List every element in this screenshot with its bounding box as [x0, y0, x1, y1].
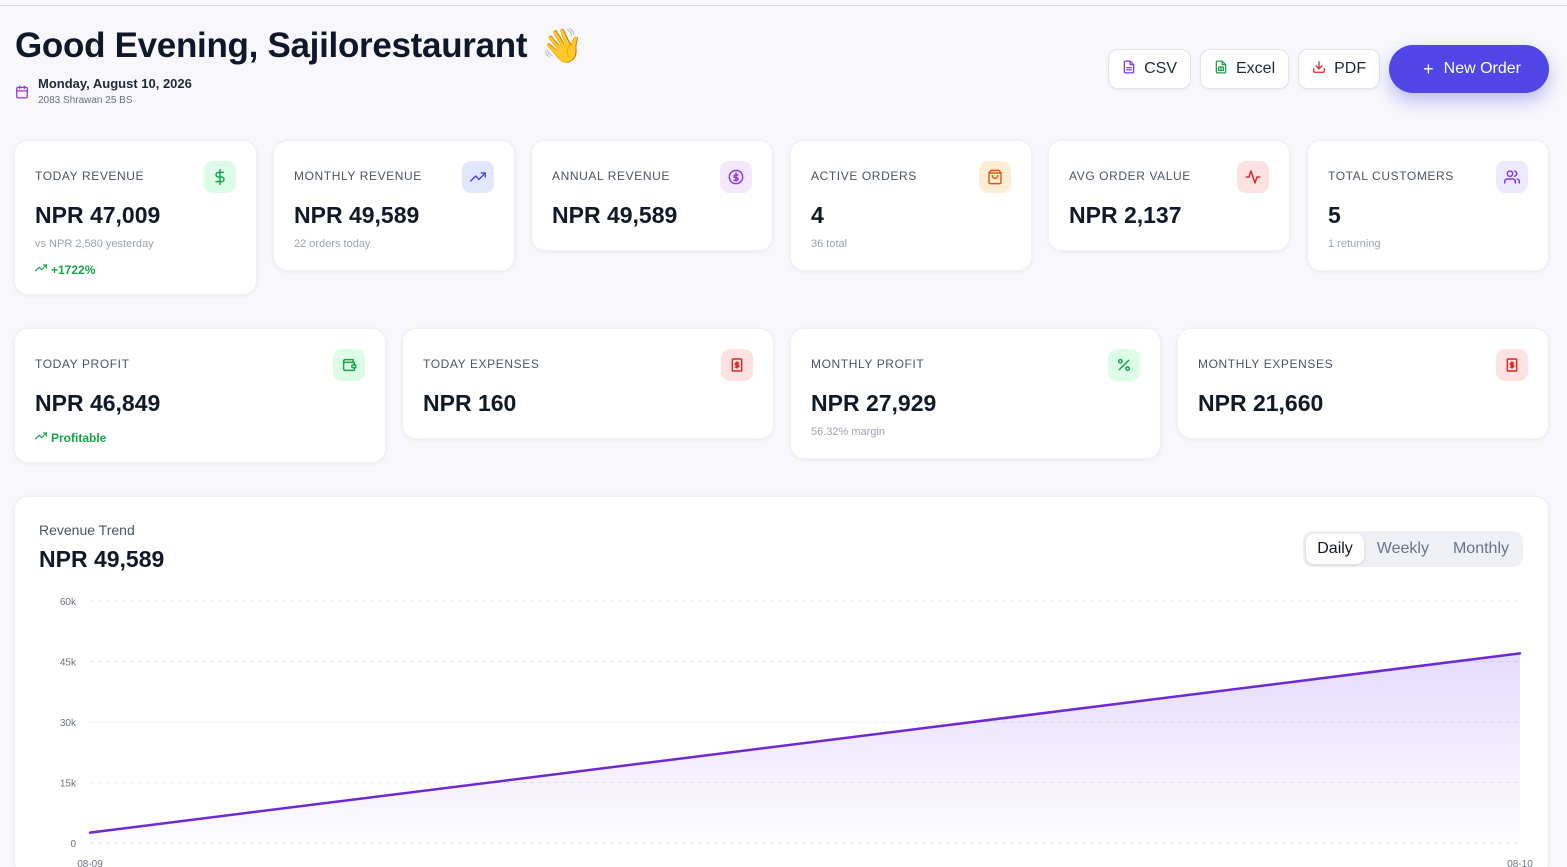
- x-tick-label: 08-10: [1507, 859, 1533, 867]
- stat-value: NPR 2,137: [1069, 202, 1182, 228]
- stat-label: Monthly Expenses: [1198, 357, 1334, 371]
- activity-icon: [1237, 161, 1269, 193]
- trend-text: +1722%: [51, 262, 96, 277]
- new-order-label: New Order: [1443, 60, 1521, 77]
- export-csv-button[interactable]: CSV: [1108, 49, 1191, 89]
- spreadsheet-icon: [1214, 60, 1228, 79]
- stat-value: NPR 49,589: [294, 202, 420, 228]
- x-tick-label: 08-09: [77, 859, 103, 867]
- stat-value: NPR 47,009: [35, 202, 161, 228]
- stat-value: NPR 21,660: [1198, 390, 1324, 416]
- trending-up-icon: [34, 262, 48, 277]
- revenue-trend-card: Revenue Trend NPR 49,589 Daily Weekly Mo…: [14, 496, 1549, 867]
- stat-value: NPR 49,589: [552, 202, 678, 228]
- stat-sub: 36 total: [811, 238, 848, 250]
- wave-emoji: 👋: [541, 27, 584, 65]
- receipt-icon: [1496, 349, 1528, 381]
- stat-card-annual-revenue: Annual Revenue NPR 49,589: [531, 140, 773, 251]
- date-display: Monday, August 10, 2026 2083 Shrawan 25 …: [15, 76, 192, 106]
- stat-card-today-revenue: Today Revenue NPR 47,009 vs NPR 2,580 ye…: [14, 140, 257, 295]
- stat-card-avg-order-value: Avg Order Value NPR 2,137: [1048, 140, 1290, 251]
- stat-sub: 1 returning: [1328, 238, 1381, 250]
- stat-sub: 22 orders today: [294, 238, 371, 250]
- stat-label: Today Revenue: [35, 169, 145, 183]
- export-excel-button[interactable]: Excel: [1200, 49, 1290, 89]
- shopping-bag-icon: [979, 161, 1011, 193]
- stat-label: Annual Revenue: [552, 169, 670, 183]
- revenue-chart: 0 15k 30k 45k 60k 08-09 08-10: [60, 597, 1533, 867]
- stat-label: Active Orders: [811, 169, 917, 183]
- date-bs: 2083 Shrawan 25 BS: [38, 95, 133, 106]
- pdf-label: PDF: [1334, 60, 1367, 77]
- stat-value: 4: [811, 202, 824, 228]
- stat-card-today-profit: Today Profit NPR 46,849 Profitable: [14, 328, 386, 463]
- y-tick-label: 45k: [60, 658, 77, 669]
- export-pdf-button[interactable]: PDF: [1298, 49, 1381, 89]
- stat-card-active-orders: Active Orders 4 36 total: [790, 140, 1032, 271]
- stat-card-monthly-revenue: Monthly Revenue NPR 49,589 22 orders tod…: [273, 140, 515, 271]
- y-tick-label: 15k: [60, 779, 77, 790]
- calendar-icon: [15, 85, 29, 104]
- dollar-icon: [204, 161, 236, 193]
- y-tick-label: 0: [70, 839, 76, 850]
- percent-icon: [1108, 349, 1140, 381]
- new-order-button[interactable]: + New Order: [1389, 45, 1549, 93]
- excel-label: Excel: [1236, 60, 1276, 77]
- stat-trend: Profitable: [34, 430, 107, 445]
- stat-card-monthly-profit: Monthly Profit NPR 27,929 56.32% margin: [790, 328, 1161, 459]
- stat-label: Today Profit: [35, 357, 130, 371]
- trending-up-icon: [34, 430, 48, 445]
- stat-sub: 56.32% margin: [811, 426, 885, 438]
- date-ad: Monday, August 10, 2026: [38, 76, 192, 91]
- stat-label: Monthly Profit: [811, 357, 925, 371]
- stat-trend: +1722%: [34, 262, 96, 277]
- revenue-area: [90, 653, 1520, 843]
- trending-up-icon: [462, 161, 494, 193]
- stat-label: Total Customers: [1328, 169, 1454, 183]
- page-title: Good Evening, Sajilorestaurant 👋: [15, 26, 584, 66]
- stat-card-total-customers: Total Customers 5 1 returning: [1307, 140, 1549, 271]
- stat-value: NPR 27,929: [811, 390, 937, 416]
- stat-card-monthly-expenses: Monthly Expenses NPR 21,660: [1177, 328, 1549, 439]
- plus-icon: +: [1423, 59, 1434, 79]
- wallet-icon: [333, 349, 365, 381]
- greeting-text: Good Evening, Sajilorestaurant: [15, 26, 528, 65]
- stat-value: NPR 160: [423, 390, 517, 416]
- stat-card-today-expenses: Today Expenses NPR 160: [402, 328, 774, 439]
- y-tick-label: 30k: [60, 718, 77, 729]
- users-icon: [1496, 161, 1528, 193]
- trend-text: Profitable: [51, 430, 107, 445]
- stat-label: Avg Order Value: [1069, 169, 1191, 183]
- stat-sub: vs NPR 2,580 yesterday: [35, 238, 154, 250]
- receipt-icon: [721, 349, 753, 381]
- header-actions: CSV Excel PDF + New Order: [1108, 45, 1549, 93]
- coin-icon: [720, 161, 752, 193]
- stat-value: NPR 46,849: [35, 390, 161, 416]
- download-icon: [1312, 60, 1326, 79]
- y-tick-label: 60k: [60, 597, 77, 608]
- file-text-icon: [1122, 60, 1136, 79]
- csv-label: CSV: [1144, 60, 1177, 77]
- top-divider: [0, 5, 1567, 6]
- stat-label: Monthly Revenue: [294, 169, 422, 183]
- stat-value: 5: [1328, 202, 1341, 228]
- stat-label: Today Expenses: [423, 357, 540, 371]
